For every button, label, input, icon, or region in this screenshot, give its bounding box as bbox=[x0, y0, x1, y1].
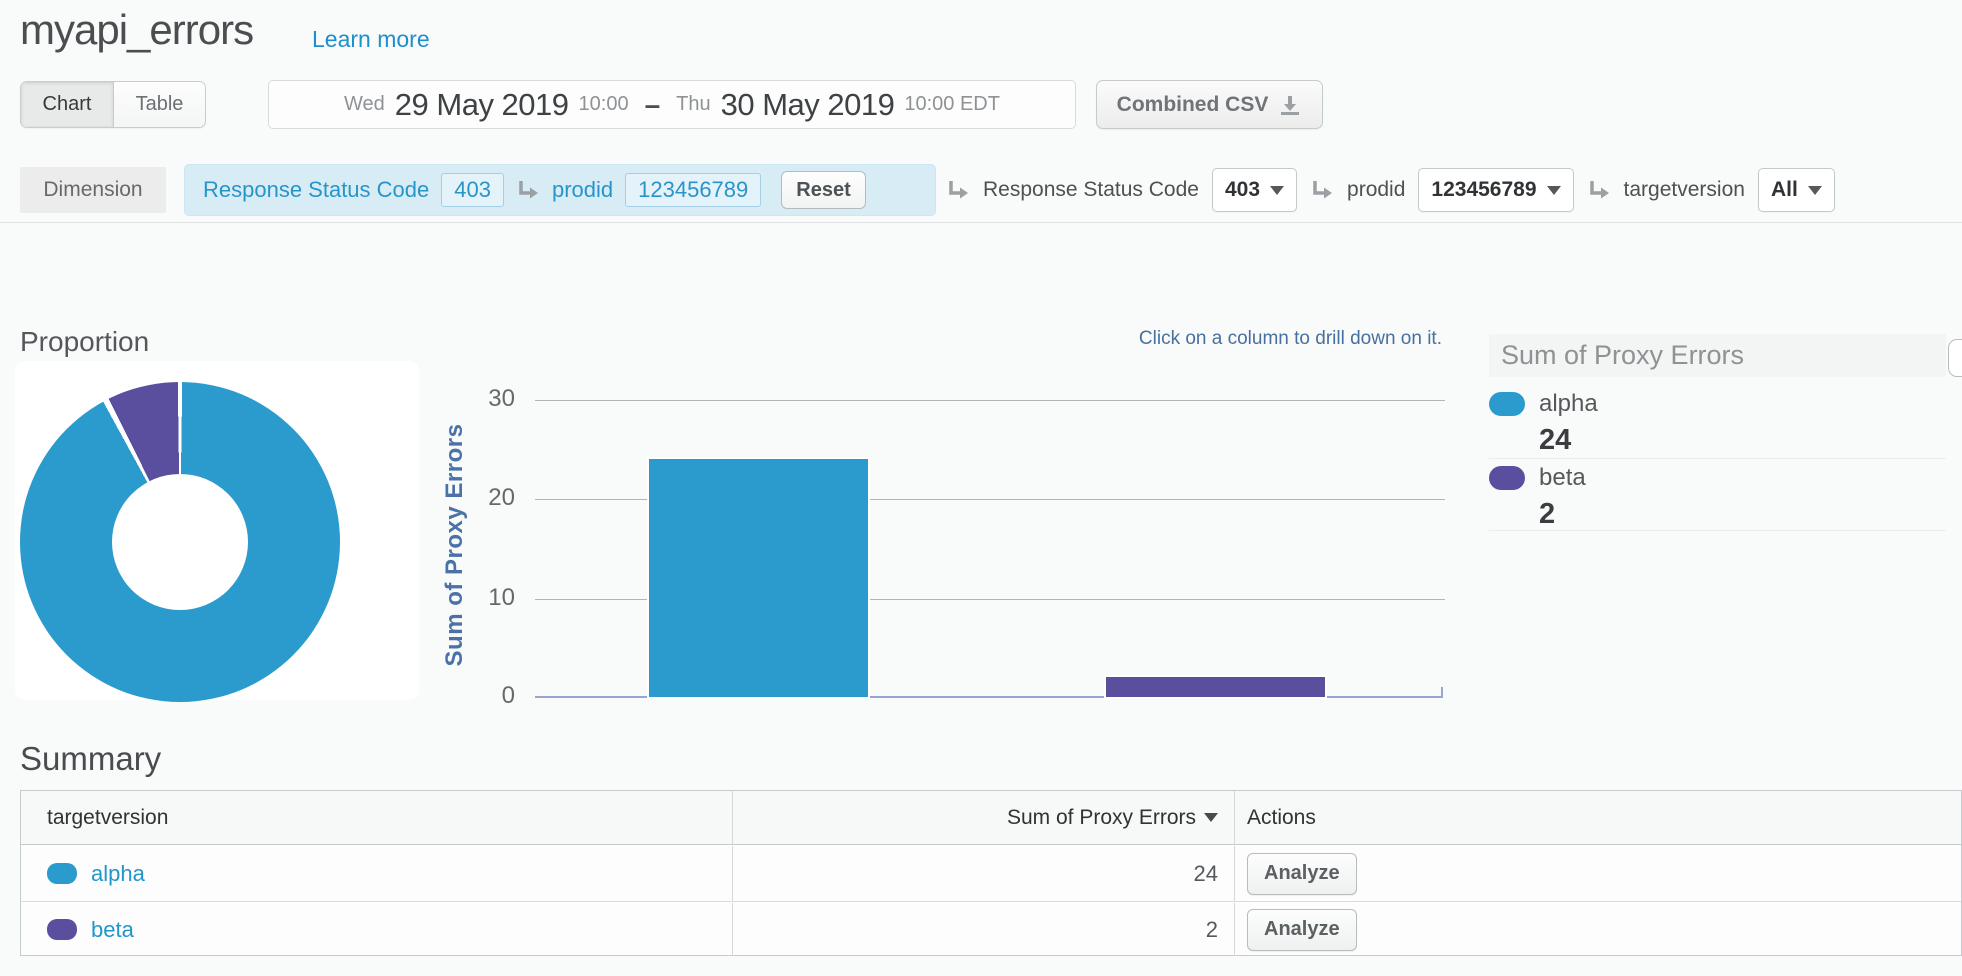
date-range-picker[interactable]: Wed 29 May 2019 10:00 – Thu 30 May 2019 … bbox=[268, 80, 1076, 129]
drilldown-arrow-icon bbox=[946, 178, 970, 202]
end-date: 30 May 2019 bbox=[721, 87, 895, 123]
filter-select-value: 403 bbox=[1225, 178, 1260, 202]
legend-label: beta bbox=[1539, 464, 1586, 492]
reset-button[interactable]: Reset bbox=[781, 171, 865, 209]
analytics-dashboard: myapi_errors Learn more Chart Table Wed … bbox=[0, 0, 1962, 976]
y-tick-label: 0 bbox=[455, 682, 515, 710]
filter-select-response-status-code[interactable]: 403 bbox=[1212, 168, 1297, 212]
row-swatch-beta bbox=[47, 919, 77, 940]
proportion-title: Proportion bbox=[20, 326, 149, 358]
table-row: beta 2 Analyze bbox=[21, 903, 1961, 956]
row-link[interactable]: alpha bbox=[91, 861, 145, 887]
page-title: myapi_errors bbox=[20, 6, 253, 54]
drilldown-arrow-icon bbox=[1310, 178, 1334, 202]
tab-table[interactable]: Table bbox=[113, 82, 205, 127]
download-icon bbox=[1278, 93, 1302, 117]
row-link[interactable]: beta bbox=[91, 917, 134, 943]
table-header-row: targetversion Sum of Proxy Errors Action… bbox=[21, 791, 1961, 845]
legend-title: Sum of Proxy Errors bbox=[1489, 334, 1946, 377]
filter-select-value: 123456789 bbox=[1431, 178, 1536, 202]
combined-csv-label: Combined CSV bbox=[1117, 93, 1269, 117]
legend-value: 24 bbox=[1539, 424, 1946, 457]
summary-table: targetversion Sum of Proxy Errors Action… bbox=[20, 790, 1962, 956]
date-separator: – bbox=[639, 89, 667, 121]
filter-select-value: All bbox=[1771, 178, 1798, 202]
y-axis-title: Sum of Proxy Errors bbox=[441, 424, 469, 667]
legend-item[interactable]: beta 2 bbox=[1489, 464, 1946, 531]
row-value: 24 bbox=[1194, 861, 1218, 887]
divider bbox=[1489, 458, 1946, 459]
breadcrumb-dimension-name[interactable]: prodid bbox=[552, 177, 613, 203]
learn-more-link[interactable]: Learn more bbox=[312, 26, 430, 53]
filter-name: prodid bbox=[1347, 178, 1405, 202]
drilldown-arrow-icon bbox=[1587, 178, 1611, 202]
breadcrumb-dimension-name[interactable]: Response Status Code bbox=[203, 177, 429, 203]
legend-value: 2 bbox=[1539, 498, 1946, 531]
y-tick-label: 20 bbox=[455, 484, 515, 512]
column-header-sum-of-proxy-errors[interactable]: Sum of Proxy Errors bbox=[1007, 806, 1196, 830]
y-tick-label: 30 bbox=[455, 385, 515, 413]
sort-descending-icon bbox=[1204, 813, 1218, 822]
column-header-targetversion: targetversion bbox=[47, 806, 168, 830]
y-tick-label: 10 bbox=[455, 584, 515, 612]
filter-name: targetversion bbox=[1624, 178, 1745, 202]
caret-down-icon bbox=[1808, 186, 1822, 195]
start-day: Wed bbox=[344, 93, 385, 116]
legend-label: alpha bbox=[1539, 390, 1598, 418]
breadcrumb-dimension-value[interactable]: 123456789 bbox=[625, 173, 761, 207]
legend-overflow-button[interactable] bbox=[1948, 339, 1962, 377]
analyze-button[interactable]: Analyze bbox=[1247, 909, 1357, 951]
divider bbox=[0, 222, 1962, 223]
proportion-donut-chart[interactable] bbox=[20, 382, 340, 702]
view-toggle: Chart Table bbox=[20, 81, 206, 128]
dimension-label: Dimension bbox=[20, 167, 166, 213]
bar-alpha[interactable] bbox=[649, 459, 868, 697]
gridline bbox=[535, 400, 1445, 401]
legend-swatch-alpha bbox=[1489, 392, 1525, 416]
end-day: Thu bbox=[676, 93, 710, 116]
start-date: 29 May 2019 bbox=[395, 87, 569, 123]
caret-down-icon bbox=[1270, 186, 1284, 195]
legend-swatch-beta bbox=[1489, 466, 1525, 490]
caret-down-icon bbox=[1547, 186, 1561, 195]
drilldown-arrow-icon bbox=[516, 178, 540, 202]
start-time: 10:00 bbox=[579, 93, 629, 116]
filter-select-prodid[interactable]: 123456789 bbox=[1418, 168, 1573, 212]
drilldown-breadcrumb: Response Status Code 403 prodid 12345678… bbox=[184, 164, 936, 216]
bar-beta[interactable] bbox=[1106, 677, 1325, 697]
legend-item[interactable]: alpha 24 bbox=[1489, 390, 1946, 457]
summary-title: Summary bbox=[20, 740, 161, 778]
filter-select-targetversion[interactable]: All bbox=[1758, 168, 1835, 212]
combined-csv-button[interactable]: Combined CSV bbox=[1096, 80, 1323, 129]
filter-name: Response Status Code bbox=[983, 178, 1199, 202]
tab-chart[interactable]: Chart bbox=[21, 82, 113, 127]
breadcrumb-dimension-value[interactable]: 403 bbox=[441, 173, 504, 207]
row-value: 2 bbox=[1206, 917, 1218, 943]
divider bbox=[1489, 530, 1946, 531]
end-time: 10:00 EDT bbox=[904, 93, 1000, 116]
column-header-actions: Actions bbox=[1247, 806, 1316, 830]
row-swatch-alpha bbox=[47, 863, 77, 884]
table-row: alpha 24 Analyze bbox=[21, 846, 1961, 902]
x-axis-end-tick bbox=[1441, 687, 1443, 698]
analyze-button[interactable]: Analyze bbox=[1247, 853, 1357, 895]
drill-hint-text[interactable]: Click on a column to drill down on it. bbox=[1042, 328, 1442, 350]
filter-bar: Response Status Code 403 prodid 12345678… bbox=[946, 164, 1835, 216]
